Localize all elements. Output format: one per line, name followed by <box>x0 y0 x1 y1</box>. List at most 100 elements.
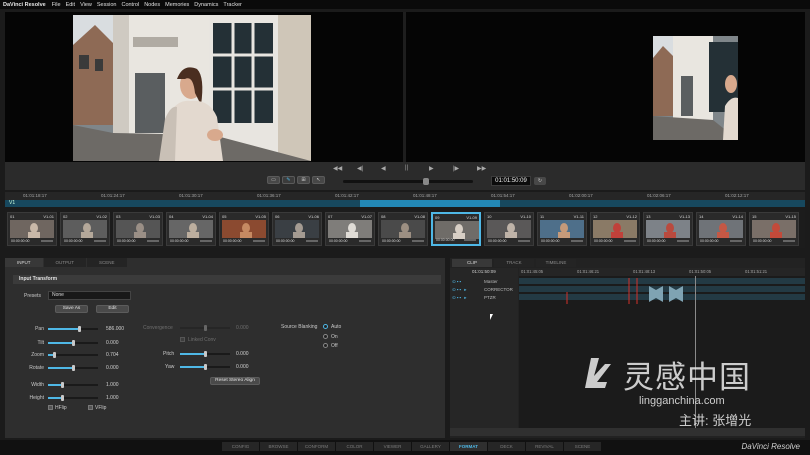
param-value-height[interactable]: 1.000 <box>106 395 119 401</box>
grid-tool-icon[interactable]: ⊞ <box>297 176 310 184</box>
yaw-slider[interactable] <box>180 364 230 370</box>
param-slider-pan[interactable] <box>48 326 98 332</box>
param-slider-height[interactable] <box>48 395 98 401</box>
reset-stereo-align-button[interactable]: Reset Stereo Align <box>210 377 260 385</box>
param-value-rotate[interactable]: 0.000 <box>106 365 119 371</box>
timecode-display[interactable]: 01:01:50:09 <box>491 176 531 186</box>
save-as-button[interactable]: Save As <box>55 305 88 313</box>
track-row-ptzr[interactable]: ⊙▪▪ ▸ PTZR <box>452 294 518 301</box>
pen-tool-icon[interactable]: ✎ <box>282 176 295 184</box>
param-value-pan[interactable]: 586.000 <box>106 326 124 332</box>
loop-icon[interactable]: ↻ <box>534 177 546 185</box>
tab-track[interactable]: TRACK <box>494 259 534 267</box>
keyframe-ruler-tick: 01:01:46:21 <box>577 269 600 274</box>
pointer-tool-icon[interactable]: ↖ <box>312 176 325 184</box>
menu-nodes[interactable]: Nodes <box>144 2 160 8</box>
prev-frame-button[interactable]: ◀| <box>357 165 363 172</box>
timeline-track-v1[interactable]: V1 <box>5 200 805 207</box>
clip-thumbnail[interactable]: 01 V1-01 00:00:00:00 <box>7 212 57 246</box>
track-row-corrector[interactable]: ⊙▪▪ ▸ CORRECTOR <box>452 286 518 293</box>
param-slider-tilt[interactable] <box>48 340 98 346</box>
clip-thumbnail[interactable]: 03 V1-03 00:00:00:00 <box>113 212 163 246</box>
keyframe-ruler[interactable]: 01:01:45:05 01:01:46:21 01:01:48:13 01:0… <box>519 268 805 276</box>
track-controls-icon[interactable]: ⊙▪▪ ▸ <box>452 295 467 301</box>
page-tab-conform[interactable]: CONFORM <box>298 442 335 451</box>
forward-fast-button[interactable]: ▶▶ <box>477 165 486 172</box>
blanking-auto-radio[interactable] <box>323 324 328 329</box>
clip-thumbnail[interactable]: 11 V1-11 00:00:00:00 <box>537 212 587 246</box>
page-tab-scene[interactable]: SCENE <box>564 442 601 451</box>
pause-button[interactable]: || <box>405 165 408 171</box>
scrubber-handle[interactable] <box>423 178 429 185</box>
clip-thumbnail[interactable]: 15 V1-15 00:00:00:00 <box>749 212 799 246</box>
clip-thumbnail[interactable]: 09 V1-09 00:00:00:00 <box>431 212 481 246</box>
page-tab-gallery[interactable]: GALLERY <box>412 442 449 451</box>
clip-id: V1-07 <box>361 214 372 219</box>
clip-timecode: 00:00:00:00 <box>117 239 136 243</box>
clip-thumbnail[interactable]: 04 V1-04 00:00:00:00 <box>166 212 216 246</box>
tab-clip[interactable]: CLIP <box>452 259 492 267</box>
tab-timeline[interactable]: TIMELINE <box>536 259 576 267</box>
page-tab-browse[interactable]: BROWSE <box>260 442 297 451</box>
timeline-ruler[interactable]: 01:01:18:17 01:01:24:17 01:01:30:17 01:0… <box>5 192 805 200</box>
menu-dynamics[interactable]: Dynamics <box>194 2 218 8</box>
source-viewer[interactable] <box>5 12 403 162</box>
menu-edit[interactable]: Edit <box>66 2 75 8</box>
clip-id: V1-05 <box>255 214 266 219</box>
output-viewer[interactable] <box>406 12 805 162</box>
menu-control[interactable]: Control <box>121 2 139 8</box>
page-tab-config[interactable]: CONFIG <box>222 442 259 451</box>
tab-output[interactable]: OUTPUT <box>43 258 86 267</box>
clip-thumbnail[interactable]: 07 V1-07 00:00:00:00 <box>325 212 375 246</box>
page-tab-format[interactable]: FORMAT <box>450 442 487 451</box>
vflip-checkbox[interactable] <box>88 405 93 410</box>
hflip-checkbox[interactable] <box>48 405 53 410</box>
pitch-slider[interactable] <box>180 351 230 357</box>
clip-thumbnail[interactable]: 13 V1-13 00:00:00:00 <box>643 212 693 246</box>
menu-view[interactable]: View <box>80 2 92 8</box>
param-value-zoom[interactable]: 0.704 <box>106 352 119 358</box>
param-value-tilt[interactable]: 0.000 <box>106 340 119 346</box>
rewind-fast-button[interactable]: ◀◀ <box>333 165 342 172</box>
track-controls-icon[interactable]: ⊙▪▪ ▸ <box>452 287 467 293</box>
menu-memories[interactable]: Memories <box>165 2 189 8</box>
clip-number: 14 <box>699 214 704 219</box>
viewer-scrubber[interactable] <box>343 178 473 185</box>
linked-conv-checkbox[interactable] <box>180 337 185 342</box>
param-slider-rotate[interactable] <box>48 365 98 371</box>
page-tab-revival[interactable]: REVIVAL <box>526 442 563 451</box>
param-value-width[interactable]: 1.000 <box>106 382 119 388</box>
param-label-rotate: Rotate <box>29 365 44 371</box>
page-tab-viewer[interactable]: VIEWER <box>374 442 411 451</box>
track-row-master[interactable]: ⊙▪▪ Master <box>452 278 518 285</box>
viewer-mode-icon[interactable]: ▭ <box>267 176 280 184</box>
tab-scene[interactable]: SCENE <box>87 258 127 267</box>
page-tab-deck[interactable]: DECK <box>488 442 525 451</box>
clip-thumbnail[interactable]: 12 V1-12 00:00:00:00 <box>590 212 640 246</box>
play-button[interactable]: ▶ <box>429 165 434 172</box>
clip-thumbnail[interactable]: 08 V1-08 00:00:00:00 <box>378 212 428 246</box>
clip-thumbnail[interactable]: 02 V1-02 00:00:00:00 <box>60 212 110 246</box>
play-reverse-button[interactable]: ◀ <box>381 165 386 172</box>
next-frame-button[interactable]: |▶ <box>453 165 459 172</box>
clip-thumbnail[interactable]: 05 V1-05 00:00:00:00 <box>219 212 269 246</box>
param-slider-zoom[interactable] <box>48 352 98 358</box>
track-controls-icon[interactable]: ⊙▪▪ <box>452 279 462 285</box>
clip-thumbnail[interactable]: 10 V1-10 00:00:00:00 <box>484 212 534 246</box>
menu-file[interactable]: File <box>52 2 61 8</box>
format-tabs: INPUT OUTPUT SCENE <box>5 258 128 268</box>
clip-thumbnail[interactable]: 06 V1-06 00:00:00:00 <box>272 212 322 246</box>
blanking-on-radio[interactable] <box>323 334 328 339</box>
clip-thumbnail[interactable]: 14 V1-14 00:00:00:00 <box>696 212 746 246</box>
edit-button[interactable]: Edit <box>96 305 129 313</box>
blanking-off-radio[interactable] <box>323 343 328 348</box>
convergence-slider[interactable] <box>180 325 230 331</box>
menu-tracker[interactable]: Tracker <box>223 2 241 8</box>
tab-input[interactable]: INPUT <box>5 258 43 267</box>
page-tab-color[interactable]: COLOR <box>336 442 373 451</box>
timeline-selection <box>360 200 500 207</box>
menu-session[interactable]: Session <box>97 2 117 8</box>
presets-dropdown[interactable]: None <box>48 291 131 300</box>
blanking-on-label: On <box>331 334 338 340</box>
param-slider-width[interactable] <box>48 382 98 388</box>
